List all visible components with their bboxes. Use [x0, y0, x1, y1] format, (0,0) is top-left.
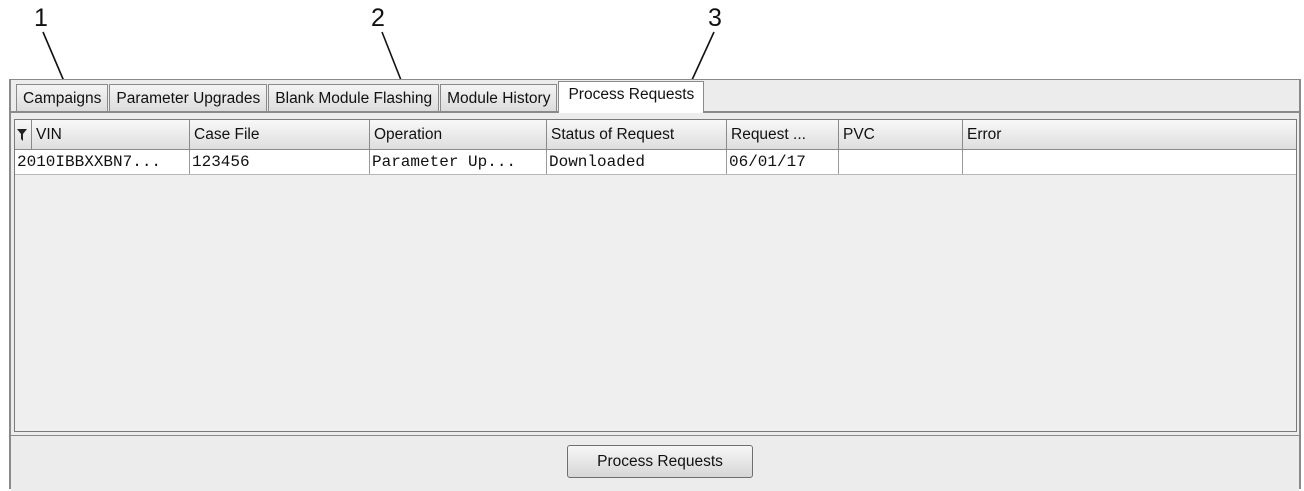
callout-1-leader — [42, 31, 67, 87]
cell-vin: 2010IBBXXBN7... — [15, 150, 190, 174]
process-requests-window: Campaigns Parameter Upgrades Blank Modul… — [9, 79, 1301, 491]
tab-blank-module-flashing[interactable]: Blank Module Flashing — [268, 84, 440, 111]
table-row[interactable]: 2010IBBXXBN7... 123456 Parameter Up... D… — [15, 150, 1296, 175]
footer-bar: Process Requests — [11, 435, 1299, 491]
cell-error — [963, 150, 1296, 174]
cell-operation: Parameter Up... — [370, 150, 547, 174]
filter-icon[interactable] — [17, 128, 27, 141]
table-header: VIN Case File Operation Status of Reques… — [15, 120, 1296, 150]
cell-case-file: 123456 — [190, 150, 370, 174]
column-header-operation[interactable]: Operation — [370, 120, 547, 149]
tab-process-requests[interactable]: Process Requests — [558, 81, 705, 113]
tab-bar: Campaigns Parameter Upgrades Blank Modul… — [11, 80, 1299, 113]
column-header-vin[interactable]: VIN — [15, 120, 190, 149]
tab-module-history[interactable]: Module History — [440, 84, 558, 111]
cell-status: Downloaded — [547, 150, 727, 174]
column-header-error[interactable]: Error — [963, 120, 1296, 149]
column-header-request-date[interactable]: Request ... — [727, 120, 839, 149]
cell-request-date: 06/01/17 — [727, 150, 839, 174]
tab-parameter-upgrades[interactable]: Parameter Upgrades — [109, 84, 268, 111]
column-header-status-of-request[interactable]: Status of Request — [547, 120, 727, 149]
requests-table: VIN Case File Operation Status of Reques… — [14, 119, 1297, 432]
cell-pvc — [839, 150, 963, 174]
tab-campaigns[interactable]: Campaigns — [16, 84, 109, 111]
column-header-label: VIN — [31, 120, 62, 149]
column-header-case-file[interactable]: Case File — [190, 120, 370, 149]
process-requests-button[interactable]: Process Requests — [567, 445, 753, 478]
column-header-pvc[interactable]: PVC — [839, 120, 963, 149]
